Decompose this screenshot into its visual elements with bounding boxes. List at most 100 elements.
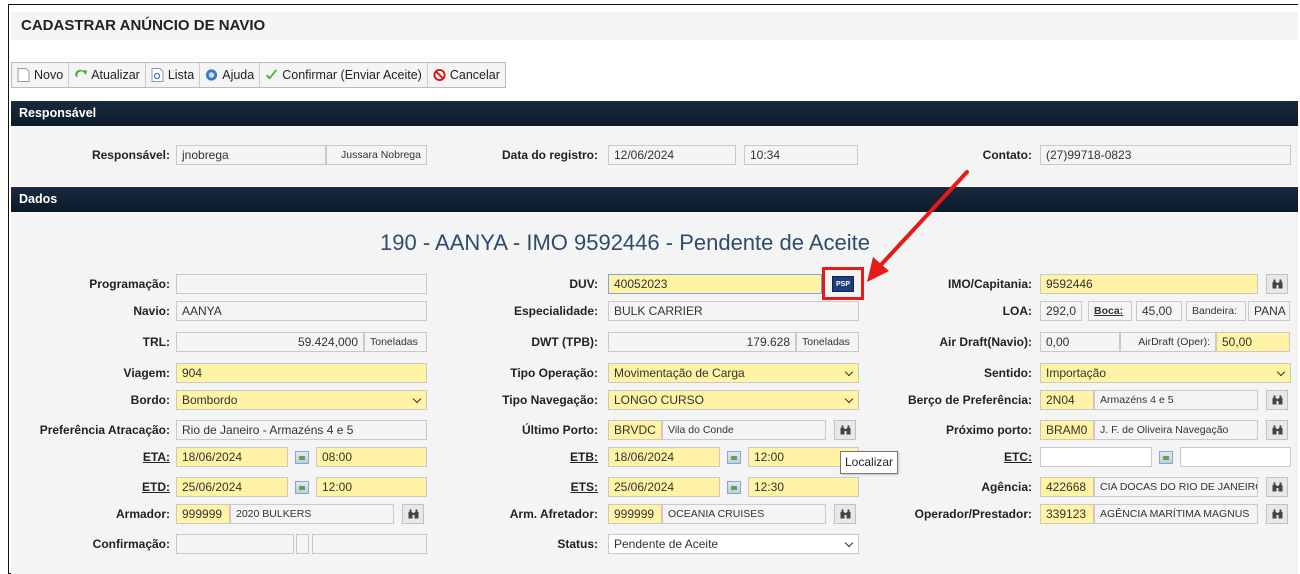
operador-label: Operador/Prestador: bbox=[914, 507, 1032, 521]
calendar-icon[interactable] bbox=[727, 481, 741, 494]
bandeira-field[interactable]: PANA bbox=[1248, 301, 1290, 321]
proximo-porto-search-button[interactable] bbox=[1266, 420, 1288, 440]
agencia-name-field[interactable]: CIA DOCAS DO RIO DE JANEIRO bbox=[1094, 477, 1258, 497]
trl-field[interactable]: 59.424,000 bbox=[176, 332, 364, 352]
eta-date-field[interactable]: 18/06/2024 bbox=[176, 447, 288, 467]
tipo-navegacao-label: Tipo Navegação: bbox=[502, 393, 598, 407]
imo-field[interactable]: 9592446 bbox=[1040, 274, 1258, 294]
eta-label[interactable]: ETA: bbox=[14, 446, 170, 468]
responsavel-section-header: Responsável bbox=[11, 101, 1298, 126]
armador-name-field[interactable]: 2020 BULKERS bbox=[230, 504, 394, 524]
armador-label: Armador: bbox=[115, 507, 170, 521]
loa-field[interactable]: 292,0 bbox=[1040, 301, 1082, 321]
proximo-porto-code-field[interactable]: BRAM0 bbox=[1040, 420, 1094, 440]
etc-date-field[interactable] bbox=[1040, 447, 1152, 467]
ets-time-field[interactable]: 12:30 bbox=[748, 477, 859, 497]
status-label: Status: bbox=[557, 537, 598, 551]
cancel-icon bbox=[433, 68, 446, 82]
ultimo-porto-code-field[interactable]: BRVDC bbox=[608, 420, 662, 440]
agencia-code-field[interactable]: 422668 bbox=[1040, 477, 1094, 497]
boca-field[interactable]: 45,00 bbox=[1136, 301, 1182, 321]
boca-label[interactable]: Boca: bbox=[1088, 301, 1132, 321]
air-draft-oper-field[interactable]: 50,00 bbox=[1216, 332, 1290, 352]
berco-name-field[interactable]: Armazéns 4 e 5 bbox=[1094, 390, 1258, 410]
tipo-operacao-select[interactable]: Movimentação de Carga bbox=[608, 363, 859, 383]
contato-field[interactable]: (27)99718-0823 bbox=[1040, 145, 1291, 165]
berco-search-button[interactable] bbox=[1266, 390, 1288, 410]
binoculars-icon bbox=[840, 425, 850, 435]
operador-search-button[interactable] bbox=[1266, 504, 1288, 524]
ultimo-porto-name-field[interactable]: Vila do Conde bbox=[662, 420, 826, 440]
programacao-field[interactable] bbox=[176, 274, 427, 294]
novo-button[interactable]: Novo bbox=[12, 63, 70, 87]
especialidade-field[interactable]: BULK CARRIER bbox=[608, 301, 859, 321]
data-registro-date-field[interactable]: 12/06/2024 bbox=[608, 145, 736, 165]
proximo-porto-name-field[interactable]: J. F. de Oliveira Navegação bbox=[1094, 420, 1258, 440]
arm-afretador-search-button[interactable] bbox=[834, 504, 856, 524]
dwt-unit: Toneladas bbox=[796, 332, 859, 352]
air-draft-field[interactable]: 0,00 bbox=[1040, 332, 1120, 352]
etd-time-field[interactable]: 12:00 bbox=[316, 477, 427, 497]
ajuda-button[interactable]: Ajuda bbox=[200, 63, 261, 87]
viagem-label: Viagem: bbox=[123, 366, 170, 380]
calendar-icon[interactable] bbox=[295, 481, 309, 494]
responsavel-label: Responsável: bbox=[91, 148, 170, 162]
armador-code-field[interactable]: 999999 bbox=[176, 504, 230, 524]
eta-time-field[interactable]: 08:00 bbox=[316, 447, 427, 467]
data-registro-time-field[interactable]: 10:34 bbox=[744, 145, 858, 165]
operador-code-field[interactable]: 339123 bbox=[1040, 504, 1094, 524]
contato-label: Contato: bbox=[982, 148, 1032, 162]
programacao-label: Programação: bbox=[89, 277, 170, 291]
ultimo-porto-search-button[interactable] bbox=[834, 420, 856, 440]
agencia-search-button[interactable] bbox=[1266, 477, 1288, 497]
lista-button[interactable]: Lista bbox=[146, 63, 201, 87]
novo-label: Novo bbox=[34, 68, 64, 82]
localizar-tooltip: Localizar bbox=[840, 451, 899, 474]
confirmacao-field-2[interactable] bbox=[296, 534, 309, 554]
berco-code-field[interactable]: 2N04 bbox=[1040, 390, 1094, 410]
etd-date-field[interactable]: 25/06/2024 bbox=[176, 477, 288, 497]
etb-date-field[interactable]: 18/06/2024 bbox=[608, 447, 720, 467]
duv-field[interactable]: 40052023 bbox=[608, 274, 822, 294]
ets-label[interactable]: ETS: bbox=[470, 476, 598, 498]
etc-label[interactable]: ETC: bbox=[890, 446, 1032, 468]
navio-label: Navio: bbox=[133, 304, 170, 318]
duv-lookup-button[interactable]: PSP bbox=[832, 276, 854, 292]
confirmacao-field-3[interactable] bbox=[312, 534, 427, 554]
preferencia-atracacao-field[interactable]: Rio de Janeiro - Armazéns 4 e 5 bbox=[176, 420, 427, 440]
page-title: CADASTRAR ANÚNCIO DE NAVIO bbox=[11, 12, 1298, 40]
arm-afretador-code-field[interactable]: 999999 bbox=[608, 504, 662, 524]
trl-label: TRL: bbox=[142, 335, 170, 349]
navio-field[interactable]: AANYA bbox=[176, 301, 427, 321]
binoculars-icon bbox=[1272, 425, 1282, 435]
new-document-icon bbox=[17, 68, 30, 82]
viagem-field[interactable]: 904 bbox=[176, 363, 427, 383]
etd-label[interactable]: ETD: bbox=[14, 476, 170, 498]
dwt-field[interactable]: 179.628 bbox=[608, 332, 796, 352]
bordo-label: Bordo: bbox=[130, 393, 170, 407]
etc-time-field[interactable] bbox=[1180, 447, 1291, 467]
tipo-navegacao-select[interactable]: LONGO CURSO bbox=[608, 390, 859, 410]
cancelar-button[interactable]: Cancelar bbox=[428, 63, 505, 87]
calendar-icon[interactable] bbox=[727, 451, 741, 464]
calendar-icon[interactable] bbox=[295, 451, 309, 464]
red-arrow-annotation bbox=[867, 170, 969, 282]
operador-name-field[interactable]: AGÊNCIA MARÍTIMA MAGNUS bbox=[1094, 504, 1258, 524]
confirmar-button[interactable]: Confirmar (Enviar Aceite) bbox=[260, 63, 428, 87]
atualizar-button[interactable]: Atualizar bbox=[69, 63, 146, 87]
ets-date-field[interactable]: 25/06/2024 bbox=[608, 477, 720, 497]
calendar-icon[interactable] bbox=[1159, 451, 1173, 464]
responsavel-user-field[interactable]: jnobrega bbox=[176, 145, 326, 165]
confirmacao-field-1[interactable] bbox=[176, 534, 294, 554]
responsavel-name-field[interactable]: Jussara Nobrega bbox=[326, 145, 427, 165]
data-registro-label: Data do registro: bbox=[501, 148, 598, 162]
sentido-select[interactable]: Importação bbox=[1040, 363, 1291, 383]
status-select[interactable]: Pendente de Aceite bbox=[608, 534, 859, 554]
armador-search-button[interactable] bbox=[402, 504, 424, 524]
binoculars-icon bbox=[1272, 482, 1282, 492]
imo-search-button[interactable] bbox=[1266, 274, 1288, 294]
etb-label[interactable]: ETB: bbox=[470, 446, 598, 468]
arm-afretador-name-field[interactable]: OCEANIA CRUISES bbox=[662, 504, 826, 524]
bordo-select[interactable]: Bombordo bbox=[176, 390, 427, 410]
preferencia-atracacao-label: Preferência Atracação: bbox=[39, 423, 170, 437]
